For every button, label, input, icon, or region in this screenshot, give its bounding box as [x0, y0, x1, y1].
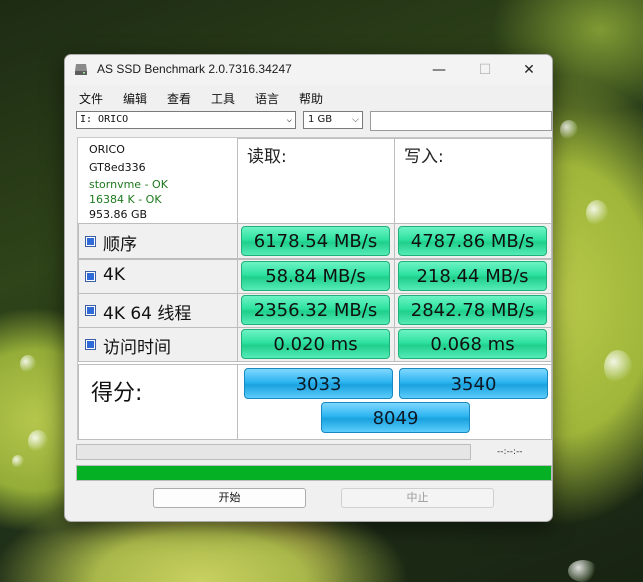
- as-ssd-window: AS SSD Benchmark 2.0.7316.34247 — ☐ ✕ 文件…: [64, 54, 553, 522]
- menu-view[interactable]: 查看: [167, 90, 191, 107]
- maximize-button[interactable]: ☐: [462, 55, 508, 85]
- access-read-value: 0.020 ms: [241, 329, 390, 359]
- water-drop: [586, 200, 608, 226]
- row-label: 4K: [103, 265, 125, 285]
- drive-firmware: GT8ed336: [89, 161, 146, 174]
- seq-write-value: 4787.86 MB/s: [398, 226, 547, 256]
- overall-progress-fill: [77, 466, 551, 480]
- row-label-cell: 访问时间: [78, 327, 238, 362]
- water-drop: [28, 430, 48, 452]
- water-drop: [604, 350, 632, 384]
- water-drop: [568, 560, 598, 582]
- row-label: 4K 64 线程: [103, 304, 192, 324]
- access-write-value: 0.068 ms: [398, 329, 547, 359]
- driver-status: stornvme - OK: [89, 178, 168, 191]
- window-title: AS SSD Benchmark 2.0.7316.34247: [97, 62, 292, 76]
- drive-select-value: I: ORICO: [80, 114, 129, 125]
- row-label: 顺序: [103, 235, 137, 255]
- 4k-checkbox[interactable]: [85, 271, 96, 282]
- write-column-header: 写入:: [404, 147, 444, 167]
- 4k64-write-value: 2842.78 MB/s: [398, 295, 547, 325]
- minimize-button[interactable]: —: [416, 55, 462, 85]
- chevron-down-icon: ⌵: [352, 115, 359, 125]
- disk-icon: [75, 64, 87, 75]
- menu-bar: 文件 编辑 查看 工具 语言 帮助: [65, 87, 552, 107]
- close-button[interactable]: ✕: [506, 55, 552, 85]
- 4k-write-value: 218.44 MB/s: [398, 261, 547, 291]
- row-label: 访问时间: [103, 338, 171, 358]
- score-label-cell: 得分:: [78, 364, 238, 440]
- access-time-checkbox[interactable]: [85, 339, 96, 350]
- alignment-status: 16384 K - OK: [89, 193, 162, 206]
- row-label-cell: 4K 64 线程: [78, 293, 238, 328]
- total-score: 8049: [321, 402, 470, 433]
- read-column-header: 读取:: [247, 147, 287, 167]
- title-bar[interactable]: AS SSD Benchmark 2.0.7316.34247 — ☐ ✕: [65, 55, 552, 85]
- drive-info-panel: ORICO GT8ed336 stornvme - OK 16384 K - O…: [79, 139, 237, 223]
- 4k-read-value: 58.84 MB/s: [241, 261, 390, 291]
- overall-progress-bar: [76, 465, 552, 481]
- write-score: 3540: [399, 368, 548, 399]
- 4k64-checkbox[interactable]: [85, 305, 96, 316]
- drive-name: ORICO: [89, 143, 125, 156]
- drive-select[interactable]: I: ORICO ⌵: [76, 111, 296, 129]
- write-header-cell: 写入:: [394, 138, 552, 224]
- seq-checkbox[interactable]: [85, 236, 96, 247]
- empty-field: [370, 111, 552, 131]
- water-drop: [20, 355, 36, 373]
- results-grid: ORICO GT8ed336 stornvme - OK 16384 K - O…: [77, 137, 552, 440]
- test-size-value: 1 GB: [308, 114, 333, 125]
- test-progress-bar: [76, 444, 471, 460]
- seq-read-value: 6178.54 MB/s: [241, 226, 390, 256]
- score-label: 得分:: [91, 381, 143, 406]
- water-drop: [560, 120, 578, 140]
- read-score: 3033: [244, 368, 393, 399]
- read-header-cell: 读取:: [237, 138, 395, 224]
- menu-language[interactable]: 语言: [255, 90, 279, 107]
- menu-file[interactable]: 文件: [79, 90, 103, 107]
- menu-help[interactable]: 帮助: [299, 90, 323, 107]
- menu-tools[interactable]: 工具: [211, 90, 235, 107]
- stop-button[interactable]: 中止: [341, 488, 494, 508]
- water-drop: [12, 455, 24, 468]
- start-button[interactable]: 开始: [153, 488, 306, 508]
- menu-edit[interactable]: 编辑: [123, 90, 147, 107]
- test-size-select[interactable]: 1 GB ⌵: [303, 111, 363, 129]
- row-label-cell: 顺序: [78, 223, 238, 259]
- elapsed-time: --:--:--: [497, 447, 523, 457]
- 4k64-read-value: 2356.32 MB/s: [241, 295, 390, 325]
- row-label-cell: 4K: [78, 259, 238, 294]
- drive-capacity: 953.86 GB: [89, 208, 148, 221]
- chevron-down-icon: ⌵: [286, 115, 292, 125]
